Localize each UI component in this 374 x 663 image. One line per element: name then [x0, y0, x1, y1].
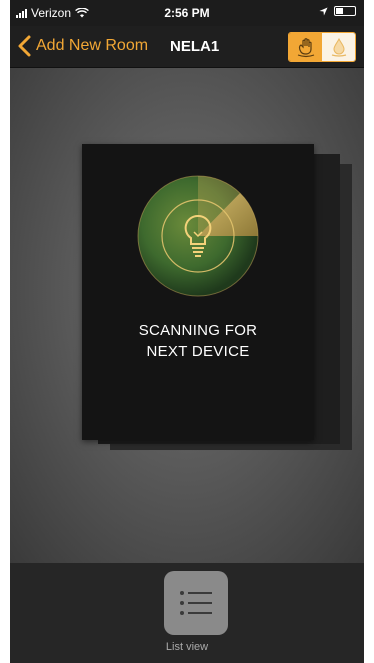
status-bar: Verizon 2:56 PM: [10, 0, 364, 26]
page-title: NELA1: [170, 38, 220, 55]
scanning-line-1: SCANNING FOR: [138, 322, 258, 339]
phone-screen: Verizon 2:56 PM Add New Room NELA1 SCANN…: [10, 0, 364, 663]
clock: 2:56 PM: [164, 6, 210, 20]
location-arrow-icon: [319, 6, 328, 16]
back-button[interactable]: Add New Room: [14, 34, 148, 58]
hand-scan-icon: [297, 38, 314, 58]
list-icon: [180, 591, 212, 615]
drop-icon: [331, 37, 346, 57]
list-view-label: List view: [165, 641, 209, 653]
scan-area: SCANNING FOR NEXT DEVICE: [10, 68, 364, 563]
list-view-button[interactable]: [164, 571, 228, 635]
battery-icon: [334, 6, 356, 16]
water-drop-mode-button[interactable]: [322, 33, 355, 61]
hand-scan-mode-button[interactable]: [289, 33, 322, 61]
scan-card: SCANNING FOR NEXT DEVICE: [82, 144, 314, 440]
bottom-toolbar: List view: [10, 563, 364, 663]
scanning-message: SCANNING FOR NEXT DEVICE: [82, 320, 314, 362]
back-label: Add New Room: [36, 37, 149, 54]
navigation-bar: Add New Room NELA1: [10, 26, 364, 68]
radar-scanner: [137, 175, 259, 297]
status-right: [319, 6, 356, 16]
mode-toggle: [288, 32, 356, 62]
chevron-left-icon: [18, 35, 31, 57]
scanning-line-2: NEXT DEVICE: [146, 343, 250, 360]
